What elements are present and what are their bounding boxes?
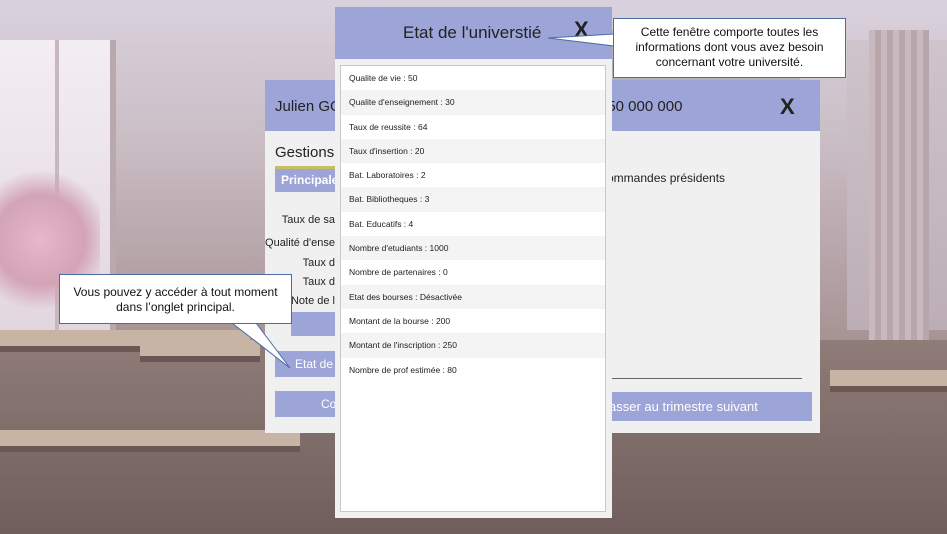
callout-line: informations dont vous avez besoin <box>635 40 824 54</box>
callout-line: Vous pouvez y accéder à tout moment <box>73 285 278 299</box>
callout-line: Cette fenêtre comporte toutes les <box>640 25 819 39</box>
callout-line: dans l’onglet principal. <box>116 300 235 314</box>
callout-pointers <box>230 33 615 369</box>
callout-dialog-info: Cette fenêtre comporte toutes les inform… <box>613 18 846 78</box>
callout-access-info: Vous pouvez y accéder à tout moment dans… <box>59 274 292 324</box>
callout-line: concernant votre université. <box>655 55 804 69</box>
callout-left-pointer <box>230 322 291 369</box>
callout-top-pointer <box>547 33 615 47</box>
